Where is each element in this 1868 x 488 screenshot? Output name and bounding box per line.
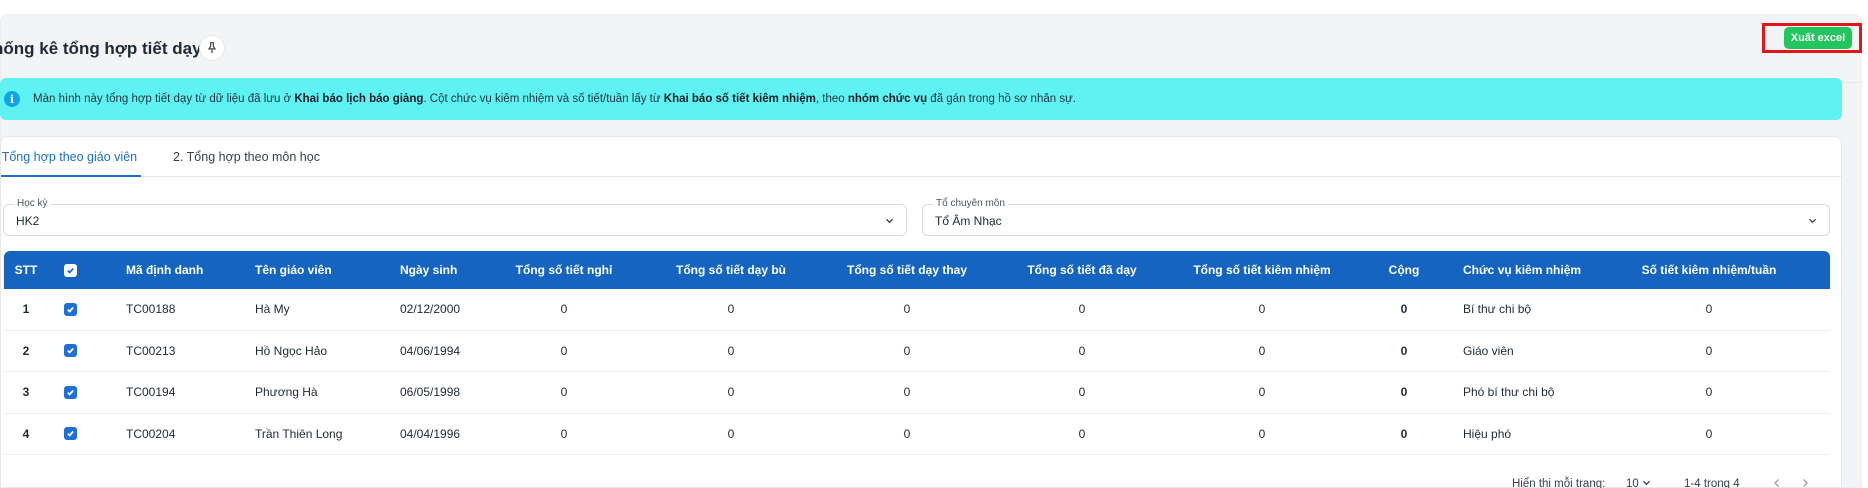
info-text: Màn hình này tổng hợp tiết dạy từ dữ liệ… — [33, 93, 1076, 105]
tab-by-subject[interactable]: 2. Tổng hợp theo môn học — [173, 150, 320, 164]
table-header: STT Mã định danh Tên giáo viên Ngày sinh… — [4, 251, 1830, 289]
pin-button[interactable] — [199, 35, 225, 61]
tab-by-teacher[interactable]: . Tổng hợp theo giáo viên — [0, 150, 137, 164]
col-taught: Tổng số tiết đã dạy — [1027, 263, 1137, 277]
row-checkbox[interactable] — [62, 414, 78, 455]
check-icon — [66, 431, 74, 438]
department-value: Tổ Âm Nhạc — [935, 214, 1002, 228]
pin-icon — [207, 42, 217, 54]
table-row[interactable]: 4 TC00204 Trần Thiên Long 04/04/1996 0 0… — [4, 413, 1830, 455]
summary-card: . Tổng hợp theo giáo viên 2. Tổng hợp th… — [0, 136, 1842, 488]
col-concurrent: Tổng số tiết kiêm nhiệm — [1193, 263, 1331, 277]
export-excel-button[interactable]: Xuất excel — [1784, 22, 1852, 49]
prev-page-button[interactable] — [1772, 478, 1782, 488]
semester-label: Học kỳ — [14, 198, 51, 209]
check-icon — [66, 267, 74, 274]
row-checkbox[interactable] — [62, 372, 78, 413]
department-select[interactable]: Tổ chuyên môn Tổ Âm Nhạc — [922, 198, 1830, 236]
active-tab-indicator — [1, 175, 141, 177]
col-id: Mã định danh — [126, 263, 204, 277]
select-all-checkbox[interactable] — [62, 251, 78, 289]
col-total: Cộng — [1388, 263, 1420, 277]
chevron-down-icon — [885, 218, 894, 224]
row-checkbox[interactable] — [62, 289, 78, 330]
per-page-label: Hiển thị mỗi trang: — [1512, 478, 1606, 488]
table-row[interactable]: 1 TC00188 Hà My 02/12/2000 0 0 0 0 0 0 B… — [4, 289, 1830, 331]
chevron-left-icon — [1774, 479, 1779, 487]
export-highlight: Xuất excel — [1762, 22, 1862, 53]
department-label: Tổ chuyên môn — [933, 198, 1008, 209]
col-dob: Ngày sinh — [400, 263, 458, 277]
col-stt: STT — [14, 263, 38, 277]
table-row[interactable]: 3 TC00194 Phương Hà 06/05/1998 0 0 0 0 0… — [4, 372, 1830, 414]
next-page-button[interactable] — [1800, 478, 1810, 488]
tab-bar: . Tổng hợp theo giáo viên 2. Tổng hợp th… — [0, 137, 1841, 177]
info-link-lesson-schedule: Khai báo lịch báo giảng — [294, 93, 424, 105]
teacher-summary-table: STT Mã định danh Tên giáo viên Ngày sinh… — [4, 251, 1830, 455]
check-icon — [66, 306, 74, 313]
col-leave: Tổng số tiết nghỉ — [515, 263, 613, 277]
per-page-select[interactable]: 10 — [1626, 478, 1651, 488]
row-checkbox[interactable] — [62, 331, 78, 372]
col-substitute: Tổng số tiết dạy thay — [846, 263, 967, 277]
col-position: Chức vụ kiêm nhiệm — [1463, 263, 1582, 277]
check-icon — [66, 348, 74, 355]
col-per-week: Số tiết kiêm nhiệm/tuần — [1641, 263, 1777, 277]
info-icon: i — [4, 91, 20, 107]
info-position-group: nhóm chức vụ — [847, 93, 928, 105]
page-header: hống kê tổng hợp tiết dạy — [0, 15, 1861, 83]
chevron-right-icon — [1803, 479, 1808, 487]
chevron-down-icon — [1642, 480, 1651, 486]
info-link-concurrent: Khai báo số tiết kiêm nhiệm — [663, 93, 816, 105]
col-makeup: Tổng số tiết dạy bù — [676, 263, 786, 277]
chevron-down-icon — [1808, 218, 1817, 224]
semester-value: HK2 — [16, 214, 40, 228]
pagination-bar: Hiển thị mỗi trang: 10 1-4 trong 4 — [0, 474, 1868, 488]
page-title: hống kê tổng hợp tiết dạy — [0, 39, 202, 58]
table-row[interactable]: 2 TC00213 Hồ Ngọc Hảo 04/06/1994 0 0 0 0… — [4, 330, 1830, 372]
info-banner: i Màn hình này tổng hợp tiết dạy từ dữ l… — [0, 78, 1842, 120]
semester-select[interactable]: Học kỳ HK2 — [3, 198, 907, 236]
col-name: Tên giáo viên — [255, 263, 332, 277]
page-range: 1-4 trong 4 — [1684, 478, 1740, 488]
check-icon — [66, 389, 74, 396]
